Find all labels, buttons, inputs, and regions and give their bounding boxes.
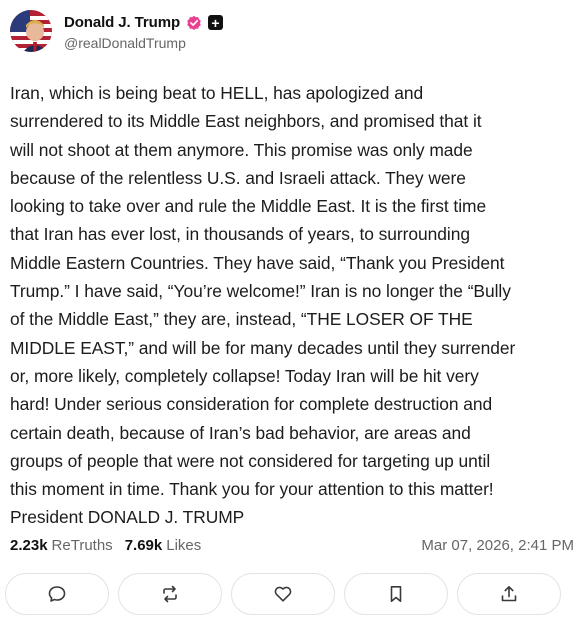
post-text: Iran, which is being beat to HELL, has a… [10,83,516,528]
follow-button[interactable]: + [208,15,224,30]
action-bar [5,573,561,615]
verified-badge-icon [187,15,201,30]
likes-label[interactable]: Likes [166,537,201,554]
like-button[interactable] [231,573,335,615]
share-button[interactable] [457,573,561,615]
post-header: Donald J. Trump + @realDonaldTrump [10,10,224,52]
reply-button[interactable] [5,573,109,615]
post-timestamp[interactable]: Mar 07, 2026, 2:41 PM [421,537,574,554]
flag-portrait-avatar-icon [10,10,52,52]
post-stats: 2.23k ReTruths 7.69k Likes Mar 07, 2026,… [10,537,574,554]
share-upload-icon [501,586,517,602]
heart-icon [274,586,292,602]
avatar[interactable] [10,10,52,52]
retruth-button[interactable] [118,573,222,615]
truth-post: Donald J. Trump + @realDonaldTrump Iran,… [0,0,588,621]
bookmark-button[interactable] [344,573,448,615]
retruths-count[interactable]: 2.23k [10,537,48,554]
bookmark-icon [390,586,402,602]
display-name[interactable]: Donald J. Trump [64,14,180,31]
repost-arrows-icon [163,585,177,603]
retruths-label[interactable]: ReTruths [52,537,113,554]
user-handle[interactable]: @realDonaldTrump [64,35,223,51]
speech-bubble-icon [48,586,66,602]
likes-count[interactable]: 7.69k [125,537,163,554]
